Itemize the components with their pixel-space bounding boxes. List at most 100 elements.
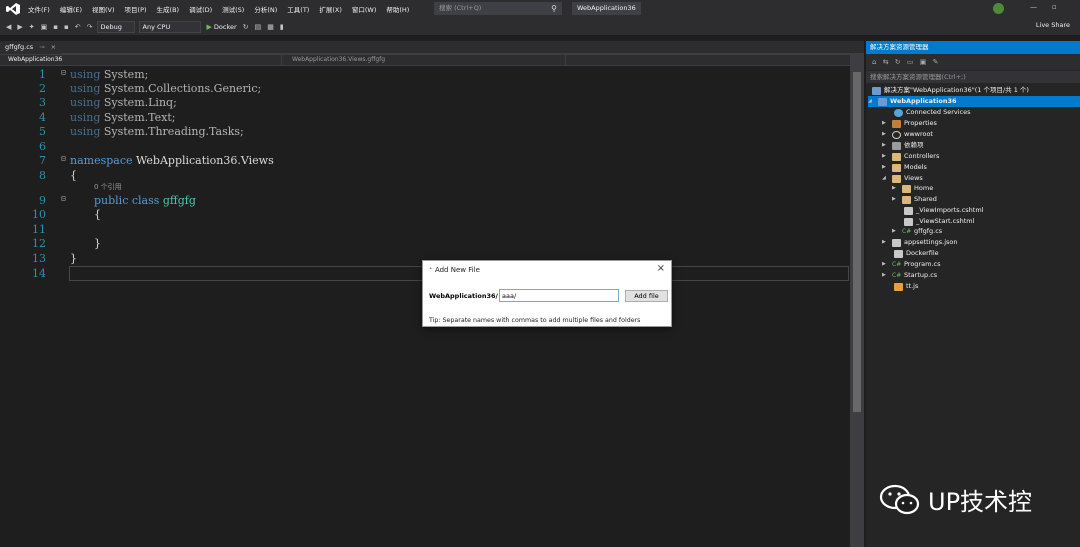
home-icon[interactable]: ⌂ [872, 58, 878, 66]
line-number: 6 [39, 140, 46, 153]
tree-dockerfile[interactable]: Dockerfile [894, 248, 939, 259]
quick-search-input[interactable]: 搜索 (Ctrl+Q) ⚲ [434, 2, 562, 15]
tree-viewimports[interactable]: _ViewImports.cshtml [904, 205, 983, 216]
forward-icon[interactable]: ▶ [17, 23, 22, 31]
tree-home[interactable]: ▶ Home [892, 183, 933, 194]
live-share-button[interactable]: Live Share [1036, 21, 1070, 29]
close-icon[interactable]: × [657, 263, 665, 274]
toolbar-misc-icon[interactable]: ▦ [267, 23, 274, 31]
collapse-icon[interactable]: ⊟ [61, 194, 66, 203]
tree-appsettings[interactable]: ▶ appsettings.json [882, 237, 958, 248]
tree-models[interactable]: ▶ Models [882, 162, 927, 173]
refresh-icon[interactable]: ↻ [243, 23, 249, 31]
tree-solution[interactable]: 解决方案"WebApplication36"(1 个项目/共 1 个) [872, 85, 1029, 96]
open-icon[interactable]: ▣ [41, 23, 48, 31]
nav-project-dropdown[interactable]: WebApplication36 [2, 55, 282, 65]
tree-ttjs[interactable]: tt.js [894, 281, 918, 292]
tree-dependencies[interactable]: ▶ 依赖项 [882, 140, 924, 151]
collapsed-arrow-icon[interactable]: ▶ [882, 151, 892, 162]
dialog-title: ⁺ Add New File [429, 266, 480, 274]
collapse-icon[interactable]: ⊟ [61, 68, 66, 77]
collapsed-arrow-icon[interactable]: ▶ [882, 259, 892, 270]
folder-icon [902, 184, 911, 193]
tree-project[interactable]: ◢ WebApplication36 [868, 96, 1080, 107]
new-item-icon[interactable]: ✦ [29, 23, 35, 31]
dialog-tip-text: Tip: Separate names with commas to add m… [429, 317, 641, 324]
menu-extensions[interactable]: 扩展(X) [319, 4, 342, 14]
add-file-button[interactable]: Add file [625, 290, 668, 302]
menu-edit[interactable]: 编辑(E) [60, 4, 82, 14]
code-line-9: public class gffgfg [94, 194, 196, 207]
solution-explorer-search-input[interactable]: 搜索解决方案资源管理器(Ctrl+;) [866, 71, 1080, 83]
collapsed-arrow-icon[interactable]: ▶ [882, 118, 892, 129]
platform-select[interactable]: Any CPU [138, 20, 201, 33]
save-icon[interactable]: ▪ [53, 23, 58, 31]
menu-view[interactable]: 视图(V) [92, 4, 115, 14]
menu-build[interactable]: 生成(B) [157, 4, 180, 14]
expanded-arrow-icon[interactable]: ◢ [868, 96, 878, 107]
menu-window[interactable]: 窗口(W) [352, 4, 377, 14]
menu-help[interactable]: 帮助(H) [386, 4, 409, 14]
back-icon[interactable]: ◀ [6, 23, 11, 31]
run-icon[interactable]: ▶ [207, 23, 212, 31]
collapsed-arrow-icon[interactable]: ▶ [882, 162, 892, 173]
menu-project[interactable]: 项目(P) [125, 4, 147, 14]
solution-explorer-title[interactable]: 解决方案资源管理器 [866, 41, 1080, 54]
minimize-icon[interactable]: — [1030, 3, 1037, 11]
collapse-icon[interactable]: ⊟ [61, 154, 66, 163]
editor-scrollbar-thumb[interactable] [853, 72, 861, 412]
quick-search-placeholder: 搜索 (Ctrl+Q) [439, 4, 482, 12]
collapsed-arrow-icon[interactable]: ▶ [882, 237, 892, 248]
js-file-icon [894, 282, 903, 291]
collapsed-arrow-icon[interactable]: ▶ [882, 270, 892, 281]
tree-wwwroot[interactable]: ▶ wwwroot [882, 129, 933, 140]
document-tab-strip: gffgfg.cs ⊸ × [0, 41, 864, 55]
close-icon[interactable]: × [51, 41, 56, 54]
menu-analyze[interactable]: 分析(N) [254, 4, 277, 14]
run-target-label[interactable]: Docker [214, 23, 237, 31]
redo-icon[interactable]: ↷ [87, 23, 93, 31]
pin-icon[interactable]: ⊸ [39, 41, 44, 54]
undo-icon[interactable]: ↶ [75, 23, 81, 31]
collapsed-arrow-icon[interactable]: ▶ [882, 140, 892, 151]
file-name-input[interactable] [499, 289, 619, 302]
menu-tools[interactable]: 工具(T) [287, 4, 309, 14]
configuration-select[interactable]: Debug [96, 20, 135, 33]
bookmark-icon[interactable]: ▮ [280, 23, 284, 31]
project-icon [878, 97, 887, 106]
line-number: 12 [32, 237, 46, 250]
tree-startup[interactable]: ▶ C# Startup.cs [882, 270, 937, 281]
tree-properties[interactable]: ▶ Properties [882, 118, 937, 129]
maximize-icon[interactable]: ▫ [1052, 3, 1057, 11]
collapsed-arrow-icon[interactable]: ▶ [892, 194, 902, 205]
nav-class-dropdown[interactable]: WebApplication36.Views.gffgfg [286, 55, 566, 65]
menu-debug[interactable]: 调试(D) [189, 4, 212, 14]
show-all-files-icon[interactable]: ▣ [920, 58, 929, 66]
expanded-arrow-icon[interactable]: ◢ [882, 173, 892, 184]
menu-file[interactable]: 文件(F) [28, 4, 50, 14]
line-number: 7 [39, 154, 46, 167]
properties-wrench-icon[interactable]: ✎ [933, 58, 941, 66]
menu-test[interactable]: 测试(S) [222, 4, 244, 14]
tree-controllers[interactable]: ▶ Controllers [882, 151, 939, 162]
csharp-file-icon: C# [892, 271, 902, 279]
visual-studio-logo-icon [6, 3, 20, 15]
collapsed-arrow-icon[interactable]: ▶ [882, 129, 892, 140]
collapsed-arrow-icon[interactable]: ▶ [892, 226, 902, 237]
sync-icon[interactable]: ⇆ [883, 58, 891, 66]
tree-gffgfg[interactable]: ▶ C# gffgfg.cs [892, 226, 942, 237]
tree-program[interactable]: ▶ C# Program.cs [882, 259, 940, 270]
codelens-references[interactable]: 0 个引用 [94, 182, 122, 192]
save-all-icon[interactable]: ▪ [64, 23, 69, 31]
collapsed-arrow-icon[interactable]: ▶ [892, 183, 902, 194]
account-avatar[interactable] [993, 3, 1004, 14]
tree-connected-services[interactable]: Connected Services [894, 107, 970, 118]
cshtml-file-icon [904, 217, 913, 226]
add-new-file-dialog: ⁺ Add New File × WebApplication36/ Add f… [422, 260, 672, 327]
refresh-icon[interactable]: ↻ [895, 58, 903, 66]
collapse-all-icon[interactable]: ▭ [907, 58, 916, 66]
tab-gffgfg[interactable]: gffgfg.cs ⊸ × [0, 41, 62, 54]
folder-icon[interactable]: ▤ [255, 23, 262, 31]
tree-shared[interactable]: ▶ Shared [892, 194, 937, 205]
line-number: 14 [32, 267, 46, 280]
